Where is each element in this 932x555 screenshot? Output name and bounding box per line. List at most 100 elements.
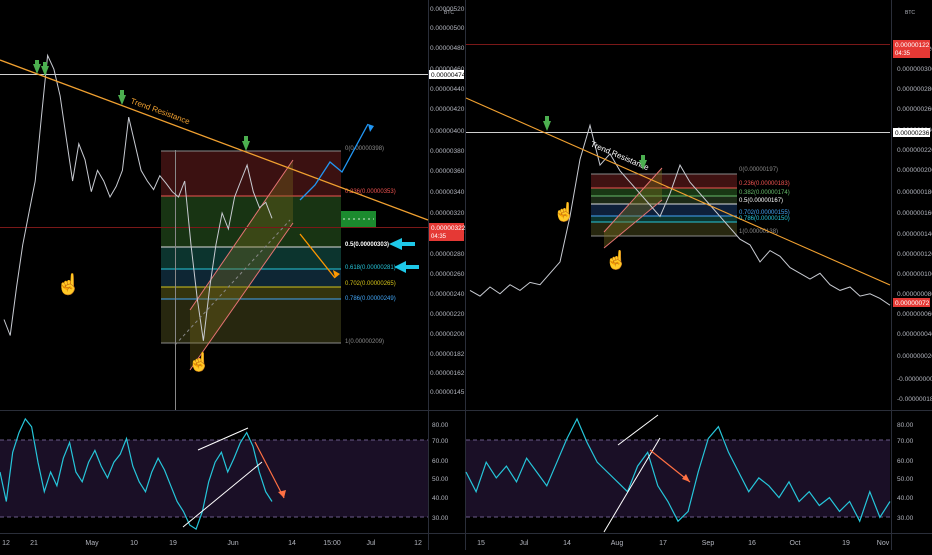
left-y-tick-label: 0.00000380 <box>430 148 465 155</box>
left-x-tick-label: 21 <box>30 540 38 547</box>
chart-stage[interactable]: 0(0.00000398) 0.236(0.00000353) 0.5(0.00… <box>0 0 932 550</box>
left-y-tick-label: 0.00000145 <box>430 389 465 396</box>
left-y-tick-label: 0.00000340 <box>430 189 465 196</box>
right-prev-price-tag-countdown: 04:35 <box>895 51 911 57</box>
right-rsi-tick-label: 30.00 <box>897 515 914 522</box>
left-x-tick-label: 12 <box>2 540 10 547</box>
right-y-tick-label: -0.00000018 <box>897 396 932 403</box>
fib-label-0: 0(0.00000197) <box>739 167 778 173</box>
trading-chart[interactable]: 0(0.00000398) 0.236(0.00000353) 0.5(0.00… <box>0 0 932 550</box>
right-rsi-tick-label: 40.00 <box>897 495 914 502</box>
left-x-tick-label: Jul <box>367 540 376 547</box>
right-x-tick-label: Aug <box>611 540 624 547</box>
arrow-down-icon-stem <box>244 136 248 142</box>
left-y-tick-label: 0.00000480 <box>430 45 465 52</box>
right-current-price-tag-text: 0.00000072 <box>895 300 930 307</box>
left-y-tick-label: 0.00000500 <box>430 25 465 32</box>
left-y-tick-label: 0.00000162 <box>430 370 465 377</box>
left-y-tick-label: 0.00000440 <box>430 86 465 93</box>
left-rsi-tick-label: 30.00 <box>432 515 449 522</box>
right-high-price-tag-text: 0.00000236 <box>895 130 930 137</box>
right-prev-price-tag-text: 0.00000122 <box>895 42 930 49</box>
right-x-tick-label: Jul <box>520 540 529 547</box>
cyan-arrow-0618-tail <box>405 265 419 269</box>
right-x-tick-label: 14 <box>563 540 571 547</box>
arrow-down-icon-stem <box>545 116 549 122</box>
left-high-price-tag-text: 0.00000474 <box>431 72 466 79</box>
left-y-tick-label: 0.00000220 <box>430 311 465 318</box>
fib-zone-0702-0786 <box>161 287 341 299</box>
left-axis-currency: BTC <box>444 10 454 16</box>
right-y-tick-label: 0.000000200 <box>897 167 932 174</box>
right-y-tick-label: 0.000000120 <box>897 251 932 258</box>
fib-label-0786: 0.786(0.00000249) <box>345 296 396 302</box>
left-y-tick-label: 0.00000182 <box>430 351 465 358</box>
fib-label-1: 1(0.00000138) <box>739 229 778 235</box>
arrow-down-icon-stem <box>43 62 47 67</box>
right-rsi-tick-label: 70.00 <box>897 438 914 445</box>
left-rsi-tick-label: 50.00 <box>432 476 449 483</box>
hand-pointer-icon: ☝ <box>56 272 81 296</box>
right-y-tick-label: 0.000000220 <box>897 147 932 154</box>
left-rsi-tick-label: 70.00 <box>432 438 449 445</box>
left-y-tick-label: 0.00000280 <box>430 251 465 258</box>
left-y-tick-label: 0.00000320 <box>430 210 465 217</box>
fib-zone-0786-1 <box>161 299 341 343</box>
fib-label-0382: 0.382(0.00000174) <box>739 190 790 196</box>
right-x-tick-label: 15 <box>477 540 485 547</box>
left-x-tick-label: 12 <box>414 540 422 547</box>
right-y-tick-label: 0.000000060 <box>897 311 932 318</box>
left-current-price-tag-text: 0.00000322 <box>431 225 466 232</box>
fib-label-0236: 0.236(0.00000183) <box>739 181 790 187</box>
left-y-tick-label: 0.00000200 <box>430 331 465 338</box>
right-x-tick-label: 19 <box>842 540 850 547</box>
left-rsi-tick-label: 40.00 <box>432 495 449 502</box>
left-current-price-tag-countdown: 04:35 <box>431 234 447 240</box>
right-y-tick-label: -0.00000000 <box>897 376 932 383</box>
right-x-tick-label: Nov <box>877 540 890 547</box>
hand-pointer-icon: ☝ <box>553 201 575 223</box>
right-y-tick-label: 0.000000100 <box>897 271 932 278</box>
fib-label-1: 1(0.00000209) <box>345 339 384 345</box>
fib-label-0702: 0.702(0.00000265) <box>345 281 396 287</box>
fib-label-0786: 0.786(0.00000150) <box>739 216 790 222</box>
left-rsi-tick-label: 60.00 <box>432 458 449 465</box>
left-y-tick-label: 0.00000400 <box>430 128 465 135</box>
cyan-arrow-05-tail <box>401 242 415 246</box>
hand-pointer-icon-green: ☝ <box>605 249 627 271</box>
right-rsi-tick-label: 60.00 <box>897 458 914 465</box>
right-axis-currency: BTC <box>905 10 915 16</box>
right-y-tick-label: 0.000000080 <box>897 291 932 298</box>
fib-zone-0382-05 <box>591 196 737 204</box>
left-x-tick-label: 10 <box>130 540 138 547</box>
right-y-tick-label: 0.000000180 <box>897 189 932 196</box>
left-x-tick-label: 19 <box>169 540 177 547</box>
left-y-tick-label: 0.00000260 <box>430 271 465 278</box>
right-x-tick-label: Sep <box>702 540 715 547</box>
left-x-tick-label: Jun <box>227 540 238 547</box>
left-rsi-band <box>0 440 428 517</box>
fib-zone-0-0236 <box>161 151 341 196</box>
left-rsi-tick-label: 80.00 <box>432 422 449 429</box>
right-y-tick-label: 0.000000280 <box>897 86 932 93</box>
right-y-tick-label: 0.000000160 <box>897 210 932 217</box>
right-x-tick-label: 16 <box>748 540 756 547</box>
arrow-down-icon-stem <box>120 90 124 96</box>
left-x-tick-label: 15:00 <box>323 540 341 547</box>
left-y-tick-label: 0.00000360 <box>430 168 465 175</box>
left-y-tick-label: 0.00000240 <box>430 291 465 298</box>
fib-label-0: 0(0.00000398) <box>345 146 384 152</box>
arrow-down-icon-stem <box>35 60 39 65</box>
right-rsi-band <box>466 440 890 517</box>
right-x-tick-label: 17 <box>659 540 667 547</box>
fib-label-05: 0.5(0.00000167) <box>739 198 783 204</box>
fib-zone-05-0702 <box>591 204 737 216</box>
right-y-tick-label: 0.000000020 <box>897 353 932 360</box>
right-rsi-tick-label: 80.00 <box>897 422 914 429</box>
fib-label-0618: 0.618(0.00000281) <box>345 265 396 271</box>
fib-zone-0236-0382 <box>591 188 737 196</box>
arrow-down-icon-stem <box>641 155 645 161</box>
fib-label-05: 0.5(0.00000303) <box>345 242 389 248</box>
right-y-tick-label: 0.000000040 <box>897 331 932 338</box>
fib-zone-0702-0786 <box>591 216 737 222</box>
